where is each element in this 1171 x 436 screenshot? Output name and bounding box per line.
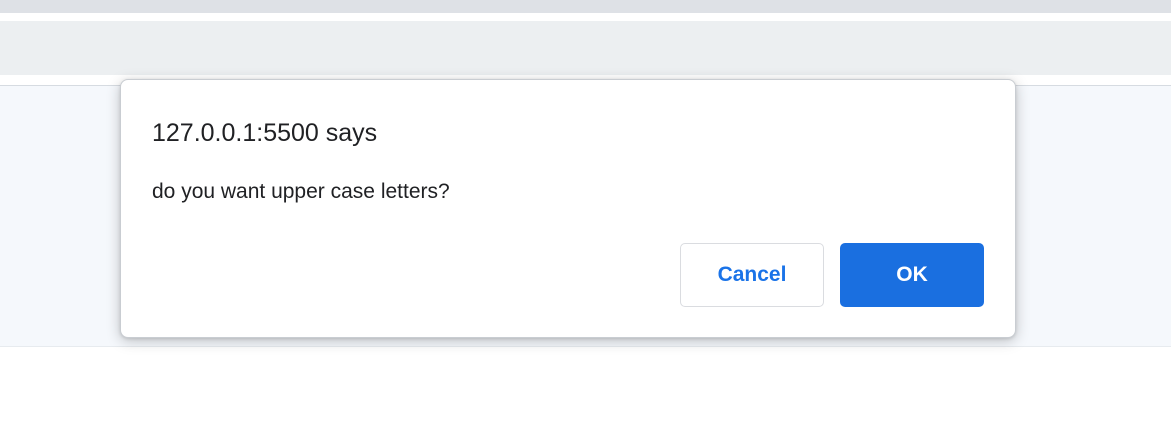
dialog-message: do you want upper case letters?: [152, 180, 450, 203]
browser-toolbar: [0, 21, 1171, 75]
page-content-edge: [0, 346, 1171, 347]
dialog-title: 127.0.0.1:5500 says: [152, 119, 378, 147]
ok-button[interactable]: OK: [840, 243, 984, 307]
confirm-dialog: 127.0.0.1:5500 says do you want upper ca…: [120, 79, 1016, 338]
tab-strip-divider: [0, 13, 1171, 21]
cancel-button[interactable]: Cancel: [680, 243, 824, 307]
browser-tab-strip: [0, 0, 1171, 13]
